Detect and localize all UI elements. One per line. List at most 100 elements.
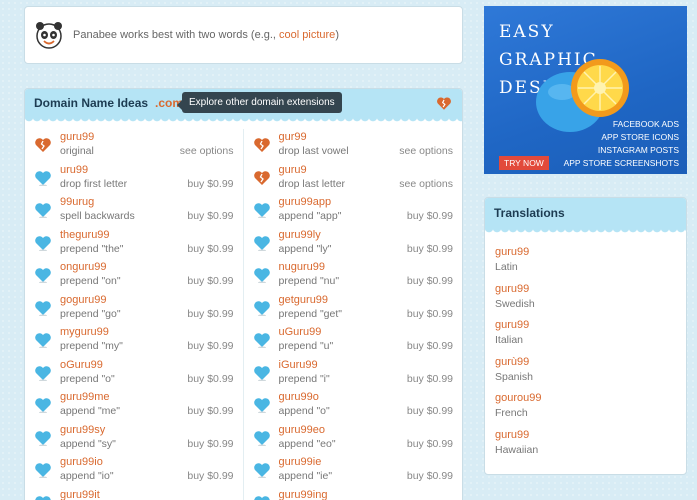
domain-idea-row[interactable]: guru9 drop last letter see options: [253, 162, 453, 195]
domain-name-link[interactable]: guru99me: [60, 391, 187, 404]
domain-name-link[interactable]: guru99ing: [279, 489, 454, 500]
heart-icon[interactable]: [253, 462, 271, 478]
domain-name-link[interactable]: guru99sy: [60, 424, 187, 437]
heart-icon[interactable]: [34, 462, 52, 478]
translation-link[interactable]: guru99: [495, 429, 676, 442]
domain-idea-row[interactable]: goguru99 prepend "go" buy $0.99: [34, 292, 234, 325]
domain-idea-row[interactable]: uru99 drop first letter buy $0.99: [34, 162, 234, 195]
domain-idea-row[interactable]: oGuru99 prepend "o" buy $0.99: [34, 357, 234, 390]
heart-icon[interactable]: [34, 495, 52, 500]
domain-idea-row[interactable]: guru99eo append "eo" buy $0.99: [253, 422, 453, 455]
domain-idea-row[interactable]: uGuru99 prepend "u" buy $0.99: [253, 324, 453, 357]
buy-link[interactable]: buy $0.99: [187, 275, 233, 287]
domain-idea-row[interactable]: guru99ing: [253, 487, 454, 500]
domain-name-link[interactable]: theguru99: [60, 229, 187, 242]
domain-name-link[interactable]: myguru99: [60, 326, 187, 339]
buy-link[interactable]: buy $0.99: [407, 405, 453, 417]
domain-idea-row[interactable]: guru99ly append "ly" buy $0.99: [253, 227, 453, 260]
heart-icon[interactable]: [34, 332, 52, 348]
domain-name-link[interactable]: oGuru99: [60, 359, 187, 372]
buy-link[interactable]: buy $0.99: [407, 275, 453, 287]
domain-name-link[interactable]: guru99it: [60, 489, 234, 500]
broken-heart-icon[interactable]: [253, 137, 271, 153]
broken-heart-icon[interactable]: [253, 170, 271, 186]
heart-icon[interactable]: [253, 495, 271, 500]
domain-name-link[interactable]: goguru99: [60, 294, 187, 307]
buy-link[interactable]: buy $0.99: [187, 438, 233, 450]
buy-link[interactable]: buy $0.99: [407, 438, 453, 450]
domain-name-link[interactable]: nuguru99: [279, 261, 407, 274]
buy-link[interactable]: buy $0.99: [407, 308, 453, 320]
heart-icon[interactable]: [34, 365, 52, 381]
translation-link[interactable]: guru99: [495, 246, 676, 259]
domain-name-link[interactable]: getguru99: [279, 294, 407, 307]
buy-link[interactable]: buy $0.99: [187, 470, 233, 482]
buy-link[interactable]: buy $0.99: [407, 373, 453, 385]
heart-icon[interactable]: [253, 300, 271, 316]
heart-icon[interactable]: [34, 430, 52, 446]
heart-icon[interactable]: [34, 397, 52, 413]
buy-link[interactable]: buy $0.99: [407, 210, 453, 222]
domain-idea-row[interactable]: gur99 drop last vowel see options: [253, 129, 453, 162]
buy-link[interactable]: buy $0.99: [187, 178, 233, 190]
domain-name-link[interactable]: guru9: [279, 164, 400, 177]
translation-link[interactable]: gurù99: [495, 356, 676, 369]
buy-link[interactable]: buy $0.99: [187, 405, 233, 417]
domain-name-link[interactable]: guru99app: [279, 196, 407, 209]
heart-icon[interactable]: [253, 235, 271, 251]
heart-icon[interactable]: [34, 170, 52, 186]
domain-name-link[interactable]: guru99io: [60, 456, 187, 469]
heart-icon[interactable]: [34, 202, 52, 218]
heart-icon[interactable]: [34, 235, 52, 251]
domain-idea-row[interactable]: myguru99 prepend "my" buy $0.99: [34, 324, 234, 357]
buy-link[interactable]: buy $0.99: [407, 470, 453, 482]
translation-link[interactable]: guru99: [495, 319, 676, 332]
buy-link[interactable]: buy $0.99: [187, 308, 233, 320]
domain-idea-row[interactable]: guru99app append "app" buy $0.99: [253, 194, 453, 227]
buy-link[interactable]: buy $0.99: [187, 340, 233, 352]
heart-icon[interactable]: [253, 267, 271, 283]
domain-idea-row[interactable]: theguru99 prepend "the" buy $0.99: [34, 227, 234, 260]
domain-idea-row[interactable]: guru99sy append "sy" buy $0.99: [34, 422, 234, 455]
buy-link[interactable]: buy $0.99: [187, 210, 233, 222]
buy-link[interactable]: buy $0.99: [187, 243, 233, 255]
domain-idea-row[interactable]: getguru99 prepend "get" buy $0.99: [253, 292, 453, 325]
example-link[interactable]: cool picture: [279, 29, 335, 41]
domain-name-link[interactable]: guru99ie: [279, 456, 407, 469]
domain-name-link[interactable]: iGuru99: [279, 359, 407, 372]
domain-name-link[interactable]: guru99ly: [279, 229, 407, 242]
domain-name-link[interactable]: guru99o: [279, 391, 407, 404]
buy-link[interactable]: buy $0.99: [407, 243, 453, 255]
heart-icon[interactable]: [253, 365, 271, 381]
domain-name-link[interactable]: gur99: [279, 131, 400, 144]
heart-icon[interactable]: [253, 332, 271, 348]
heart-icon[interactable]: [34, 267, 52, 283]
buy-link[interactable]: buy $0.99: [187, 373, 233, 385]
buy-link[interactable]: see options: [399, 178, 453, 190]
domain-idea-row[interactable]: guru99o append "o" buy $0.99: [253, 389, 453, 422]
domain-name-link[interactable]: uGuru99: [279, 326, 407, 339]
domain-name-link[interactable]: guru99eo: [279, 424, 407, 437]
domain-idea-row[interactable]: onguru99 prepend "on" buy $0.99: [34, 259, 234, 292]
domain-idea-row[interactable]: guru99io append "io" buy $0.99: [34, 454, 234, 487]
heart-icon[interactable]: [253, 397, 271, 413]
domain-name-link[interactable]: 99urug: [60, 196, 187, 209]
domain-idea-row[interactable]: iGuru99 prepend "i" buy $0.99: [253, 357, 453, 390]
domain-idea-row[interactable]: 99urug spell backwards buy $0.99: [34, 194, 234, 227]
buy-link[interactable]: buy $0.99: [407, 340, 453, 352]
heart-icon[interactable]: [34, 300, 52, 316]
domain-name-link[interactable]: guru99: [60, 131, 180, 144]
ad-banner[interactable]: EASY GRAPHIC DESIGN FACEBOOK ADS APP STO…: [484, 6, 687, 174]
domain-name-link[interactable]: uru99: [60, 164, 187, 177]
buy-link[interactable]: see options: [180, 145, 234, 157]
try-now-button[interactable]: TRY NOW: [499, 156, 549, 170]
heart-icon[interactable]: [253, 430, 271, 446]
translation-link[interactable]: gourou99: [495, 392, 676, 405]
domain-idea-row[interactable]: nuguru99 prepend "nu" buy $0.99: [253, 259, 453, 292]
domain-idea-row[interactable]: guru99 original see options: [34, 129, 234, 162]
buy-link[interactable]: see options: [399, 145, 453, 157]
domain-idea-row[interactable]: guru99ie append "ie" buy $0.99: [253, 454, 453, 487]
broken-heart-icon[interactable]: [34, 137, 52, 153]
domain-name-link[interactable]: onguru99: [60, 261, 187, 274]
translation-link[interactable]: guru99: [495, 283, 676, 296]
